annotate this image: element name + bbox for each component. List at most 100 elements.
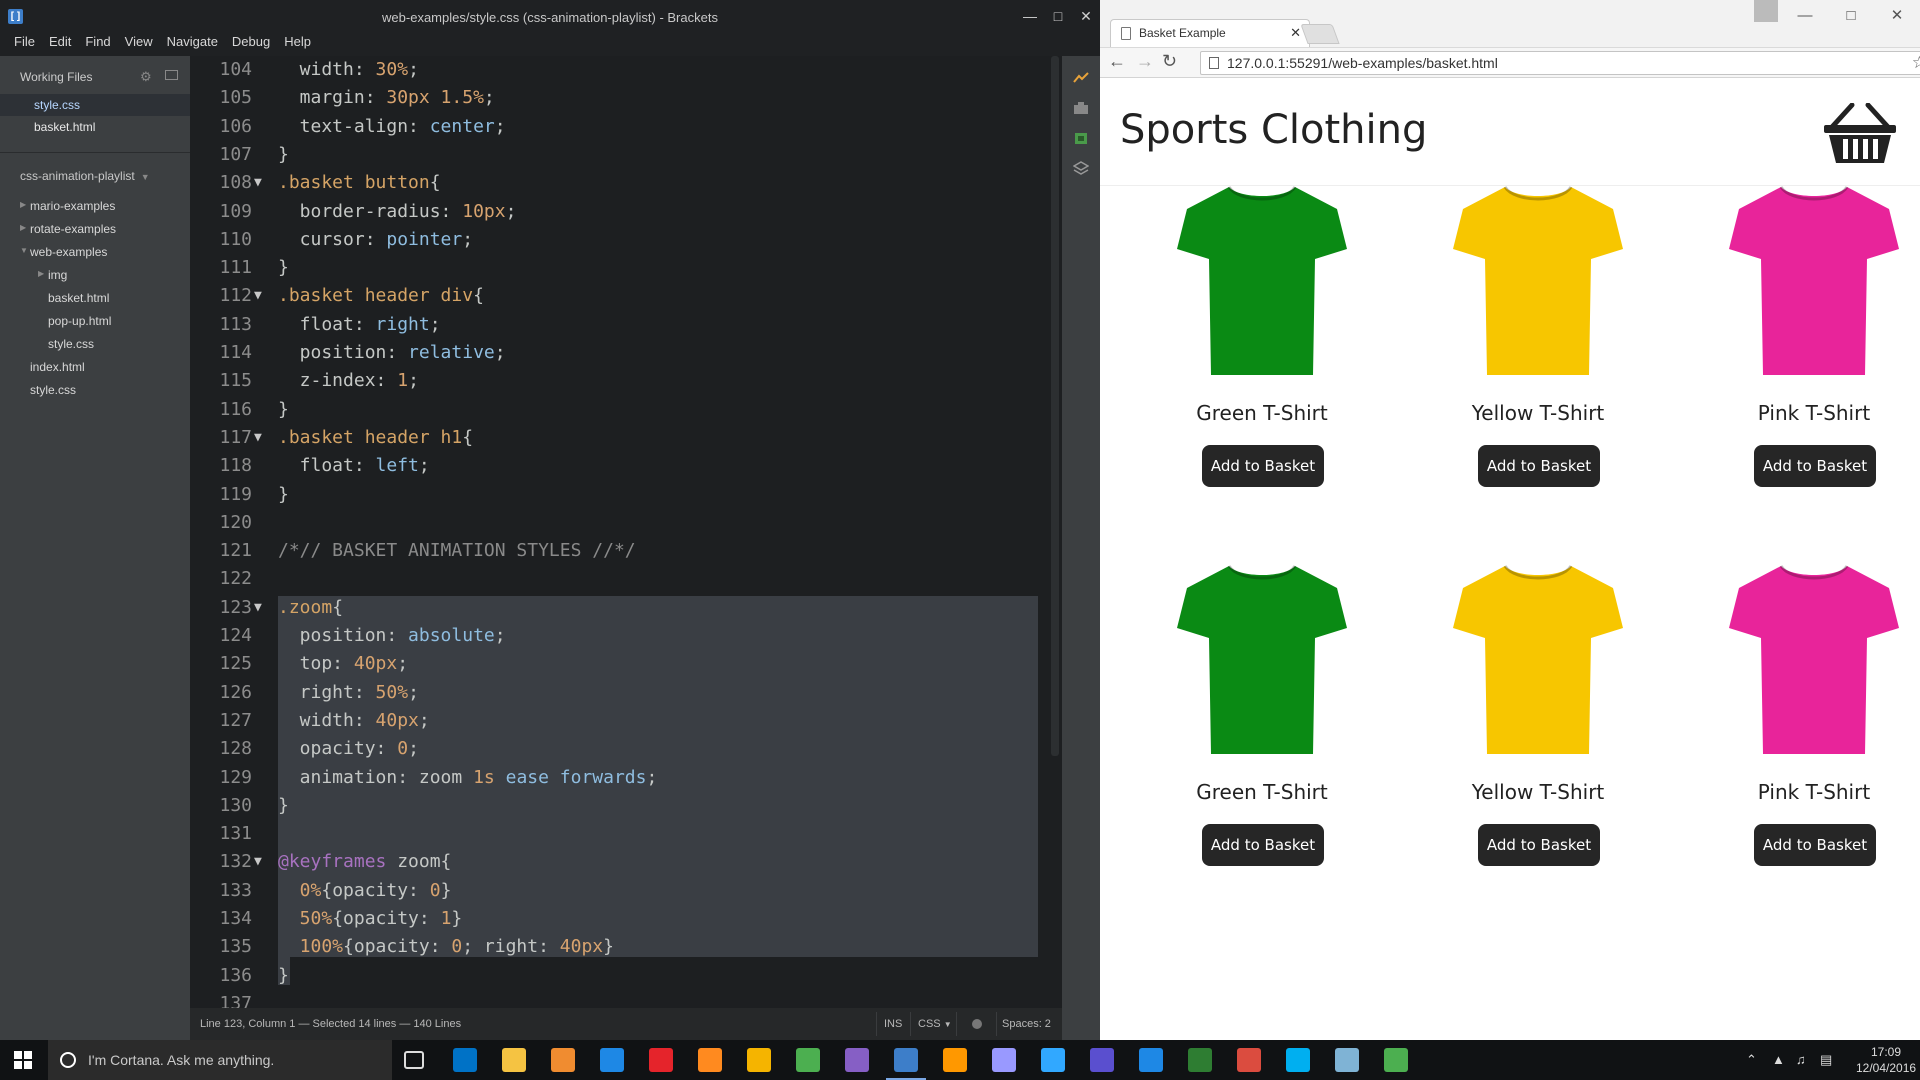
menu-find[interactable]: Find [78, 30, 117, 49]
add-to-basket-button[interactable]: Add to Basket [1202, 445, 1324, 487]
close-icon[interactable]: ✕ [1290, 25, 1301, 41]
split-view-icon[interactable] [165, 70, 178, 80]
code-editor[interactable]: 104 width: 30%; 105 margin: 30px 1.5%; 106… [190, 56, 1060, 1012]
chevron-up-icon[interactable]: ⌃ [1746, 1052, 1757, 1068]
add-to-basket-button[interactable]: Add to Basket [1478, 445, 1600, 487]
tree-folder[interactable]: ▶ mario-examples [0, 195, 190, 218]
action-center-icon[interactable]: ▤ [1820, 1052, 1832, 1068]
todoist-icon[interactable] [1237, 1048, 1261, 1072]
back-icon[interactable]: ← [1108, 51, 1126, 72]
sublime-icon[interactable] [943, 1048, 967, 1072]
new-tab-button[interactable] [1300, 24, 1340, 44]
outlook-icon[interactable] [453, 1048, 477, 1072]
add-to-basket-button[interactable]: Add to Basket [1754, 445, 1876, 487]
language-selector[interactable]: CSS ▼ [918, 1018, 952, 1030]
minimize-icon[interactable]: — [1016, 0, 1044, 32]
basket-icon[interactable] [1824, 103, 1896, 163]
volume-icon[interactable]: ♫ [1796, 1052, 1806, 1067]
fold-toggle-icon[interactable]: ▼ [254, 424, 262, 452]
working-file-basket-html[interactable]: basket.html [0, 116, 190, 138]
code-token: 40px [559, 936, 604, 958]
minimize-icon[interactable]: — [1782, 0, 1828, 30]
store-icon[interactable] [551, 1048, 575, 1072]
firefox-icon[interactable] [698, 1048, 722, 1072]
address-bar[interactable]: 127.0.0.1:55291/web-examples/basket.html… [1200, 51, 1920, 75]
menu-debug[interactable]: Debug [225, 30, 277, 49]
chrome-icon-2[interactable] [1384, 1048, 1408, 1072]
insert-mode[interactable]: INS [884, 1018, 902, 1030]
extension-manager-icon[interactable] [1073, 100, 1089, 116]
chevron-right-icon[interactable]: ▶ [20, 223, 26, 232]
brackets-icon[interactable] [894, 1048, 918, 1072]
tree-folder[interactable]: ▶ rotate-examples [0, 218, 190, 241]
file-explorer-icon[interactable] [502, 1048, 526, 1072]
add-to-basket-button[interactable]: Add to Basket [1754, 824, 1876, 866]
forward-icon[interactable]: → [1136, 51, 1154, 72]
tree-file[interactable]: pop-up.html [0, 310, 190, 333]
tshirt-image [1729, 186, 1899, 375]
linter-status-icon[interactable] [972, 1019, 982, 1029]
system-clock[interactable]: 17:09 12/04/2016 [1856, 1044, 1916, 1076]
network-icon[interactable]: ▲ [1772, 1052, 1785, 1067]
tree-file[interactable]: style.css [0, 379, 190, 402]
task-view-icon[interactable] [404, 1051, 424, 1069]
code-token: } [278, 143, 289, 165]
fold-toggle-icon[interactable]: ▼ [254, 594, 262, 622]
tab-basket-example[interactable]: Basket Example ✕ [1110, 19, 1310, 47]
photoshop-icon[interactable] [1041, 1048, 1065, 1072]
maximize-icon[interactable]: □ [1044, 0, 1072, 32]
notepad-icon[interactable] [1335, 1048, 1359, 1072]
user-profile-icon[interactable] [1754, 0, 1778, 22]
layers-icon[interactable] [1073, 160, 1089, 176]
close-icon[interactable]: ✕ [1072, 0, 1100, 32]
menu-view[interactable]: View [118, 30, 160, 49]
visual-studio-icon[interactable] [845, 1048, 869, 1072]
chevron-right-icon[interactable]: ▶ [20, 200, 26, 209]
chevron-down-icon[interactable]: ▼ [20, 246, 28, 255]
live-preview-icon[interactable] [1073, 70, 1089, 86]
file-tree: ▶ mario-examples ▶ rotate-examples ▼ web-exam… [0, 195, 190, 402]
reload-icon[interactable]: ↻ [1162, 51, 1177, 72]
maximize-icon[interactable]: □ [1828, 0, 1874, 30]
project-dropdown[interactable]: css-animation-playlist ▼ [0, 153, 190, 195]
tree-file[interactable]: basket.html [0, 287, 190, 310]
media-player-icon[interactable] [1139, 1048, 1163, 1072]
chevron-right-icon[interactable]: ▶ [38, 269, 44, 278]
close-icon[interactable]: ✕ [1874, 0, 1920, 30]
cortana-search-box[interactable]: I'm Cortana. Ask me anything. [48, 1040, 392, 1080]
edge-icon[interactable] [600, 1048, 624, 1072]
fold-toggle-icon[interactable]: ▼ [254, 282, 262, 310]
fold-toggle-icon[interactable]: ▼ [254, 169, 262, 197]
window-title: web-examples/style.css (css-animation-pl… [382, 10, 718, 25]
fold-toggle-icon[interactable]: ▼ [254, 848, 262, 876]
bookmark-star-icon[interactable]: ☆ [1912, 53, 1920, 73]
tree-folder[interactable]: ▶ img [0, 264, 190, 287]
code-line: 132 ▼ @keyframes zoom{ [190, 848, 1060, 876]
premiere-icon[interactable] [992, 1048, 1016, 1072]
tree-folder[interactable]: ▼ web-examples [0, 241, 190, 264]
app-circle-icon[interactable] [1090, 1048, 1114, 1072]
indent-spaces[interactable]: Spaces: 2 [1002, 1018, 1051, 1030]
opera-icon[interactable] [649, 1048, 673, 1072]
gear-icon[interactable]: ⚙ [140, 69, 152, 85]
menu-edit[interactable]: Edit [42, 30, 78, 49]
tree-file[interactable]: style.css [0, 333, 190, 356]
tree-label: index.html [30, 360, 85, 374]
skype-icon[interactable] [1286, 1048, 1310, 1072]
add-to-basket-button[interactable]: Add to Basket [1202, 824, 1324, 866]
tree-file[interactable]: index.html [0, 356, 190, 379]
extension-icon[interactable] [1073, 130, 1089, 146]
shield-app-icon[interactable] [1188, 1048, 1212, 1072]
scrollbar-thumb[interactable] [1051, 56, 1059, 756]
add-to-basket-button[interactable]: Add to Basket [1478, 824, 1600, 866]
code-text: width: 40px; [278, 707, 430, 735]
menu-navigate[interactable]: Navigate [160, 30, 225, 49]
working-file-style-css[interactable]: style.css [0, 94, 190, 116]
line-number: 106 [219, 115, 252, 137]
windows-start-icon[interactable] [14, 1051, 32, 1069]
chrome-icon[interactable] [796, 1048, 820, 1072]
chrome-canary-icon[interactable] [747, 1048, 771, 1072]
editor-scrollbar[interactable] [1050, 56, 1060, 1012]
menu-file[interactable]: File [0, 30, 42, 49]
menu-help[interactable]: Help [277, 30, 318, 49]
